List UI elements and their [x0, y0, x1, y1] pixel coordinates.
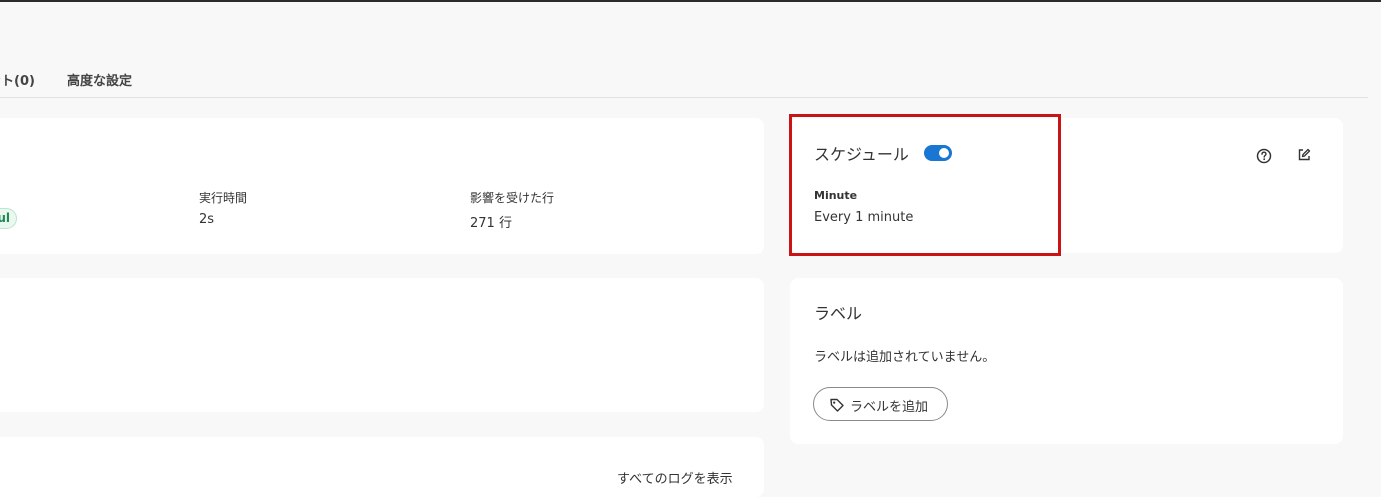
labels-empty-text: ラベルは追加されていません。	[814, 350, 996, 365]
help-circle-icon[interactable]	[1255, 147, 1275, 167]
add-label-button-label: ラベルを追加	[850, 400, 929, 415]
tag-icon	[829, 397, 845, 413]
details-card	[0, 278, 764, 412]
logs-card	[0, 437, 764, 497]
edit-icon[interactable]	[1296, 147, 1316, 167]
tab-bar: ント(0) 高度な設定	[0, 60, 1368, 98]
tab-advanced-settings[interactable]: 高度な設定	[67, 70, 132, 89]
schedule-frequency-label: Minute	[814, 189, 858, 202]
rows-affected-value: 271 行	[470, 216, 512, 231]
tab-events[interactable]: ント(0)	[0, 70, 35, 89]
schedule-toggle[interactable]	[924, 145, 952, 161]
view-all-logs-link[interactable]: すべてのログを表示	[617, 468, 733, 487]
toggle-knob	[939, 148, 949, 158]
schedule-frequency-value: Every 1 minute	[814, 210, 914, 225]
rows-affected-label: 影響を受けた行	[470, 191, 555, 205]
add-label-button[interactable]: ラベルを追加	[813, 387, 948, 421]
run-summary-card	[0, 118, 764, 254]
exec-time-value: 2s	[199, 212, 215, 227]
schedule-card	[790, 118, 1343, 253]
schedule-title: スケジュール	[814, 145, 909, 164]
top-border	[0, 0, 1381, 2]
exec-time-label: 実行時間	[199, 191, 248, 205]
status-badge-label: ul	[0, 211, 10, 225]
labels-title: ラベル	[814, 304, 863, 323]
